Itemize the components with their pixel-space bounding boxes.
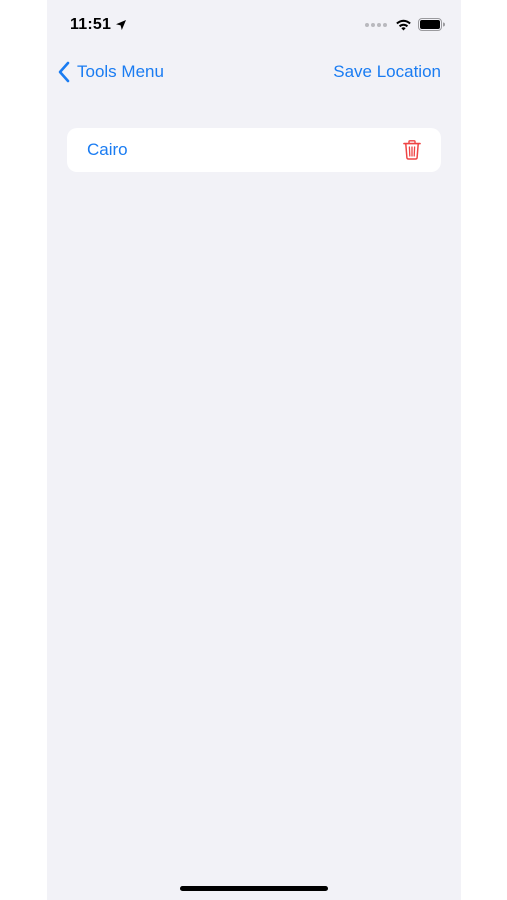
status-indicators — [365, 18, 445, 31]
list-item[interactable]: Cairo — [67, 128, 441, 172]
status-time-text: 11:51 — [70, 16, 112, 33]
home-indicator[interactable] — [180, 886, 328, 891]
battery-icon — [418, 18, 445, 31]
saved-locations-list: Cairo — [67, 128, 441, 172]
location-arrow-icon — [116, 20, 127, 30]
navigation-bar: Tools Menu Save Location — [47, 52, 461, 92]
trash-icon[interactable] — [403, 140, 421, 160]
chevron-left-icon — [58, 61, 70, 83]
back-button-label: Tools Menu — [77, 62, 164, 81]
location-name: Cairo — [87, 140, 128, 159]
phone-screen: 11:51 Tools Menu Save Location Cairo — [47, 0, 461, 900]
status-time: 11:51 — [70, 16, 127, 34]
wifi-icon — [396, 19, 411, 30]
save-location-button[interactable]: Save Location — [333, 58, 441, 86]
status-bar: 11:51 — [47, 0, 461, 52]
cellular-signal-icon — [365, 22, 387, 27]
back-button[interactable]: Tools Menu — [57, 58, 164, 86]
save-location-label: Save Location — [333, 62, 441, 81]
